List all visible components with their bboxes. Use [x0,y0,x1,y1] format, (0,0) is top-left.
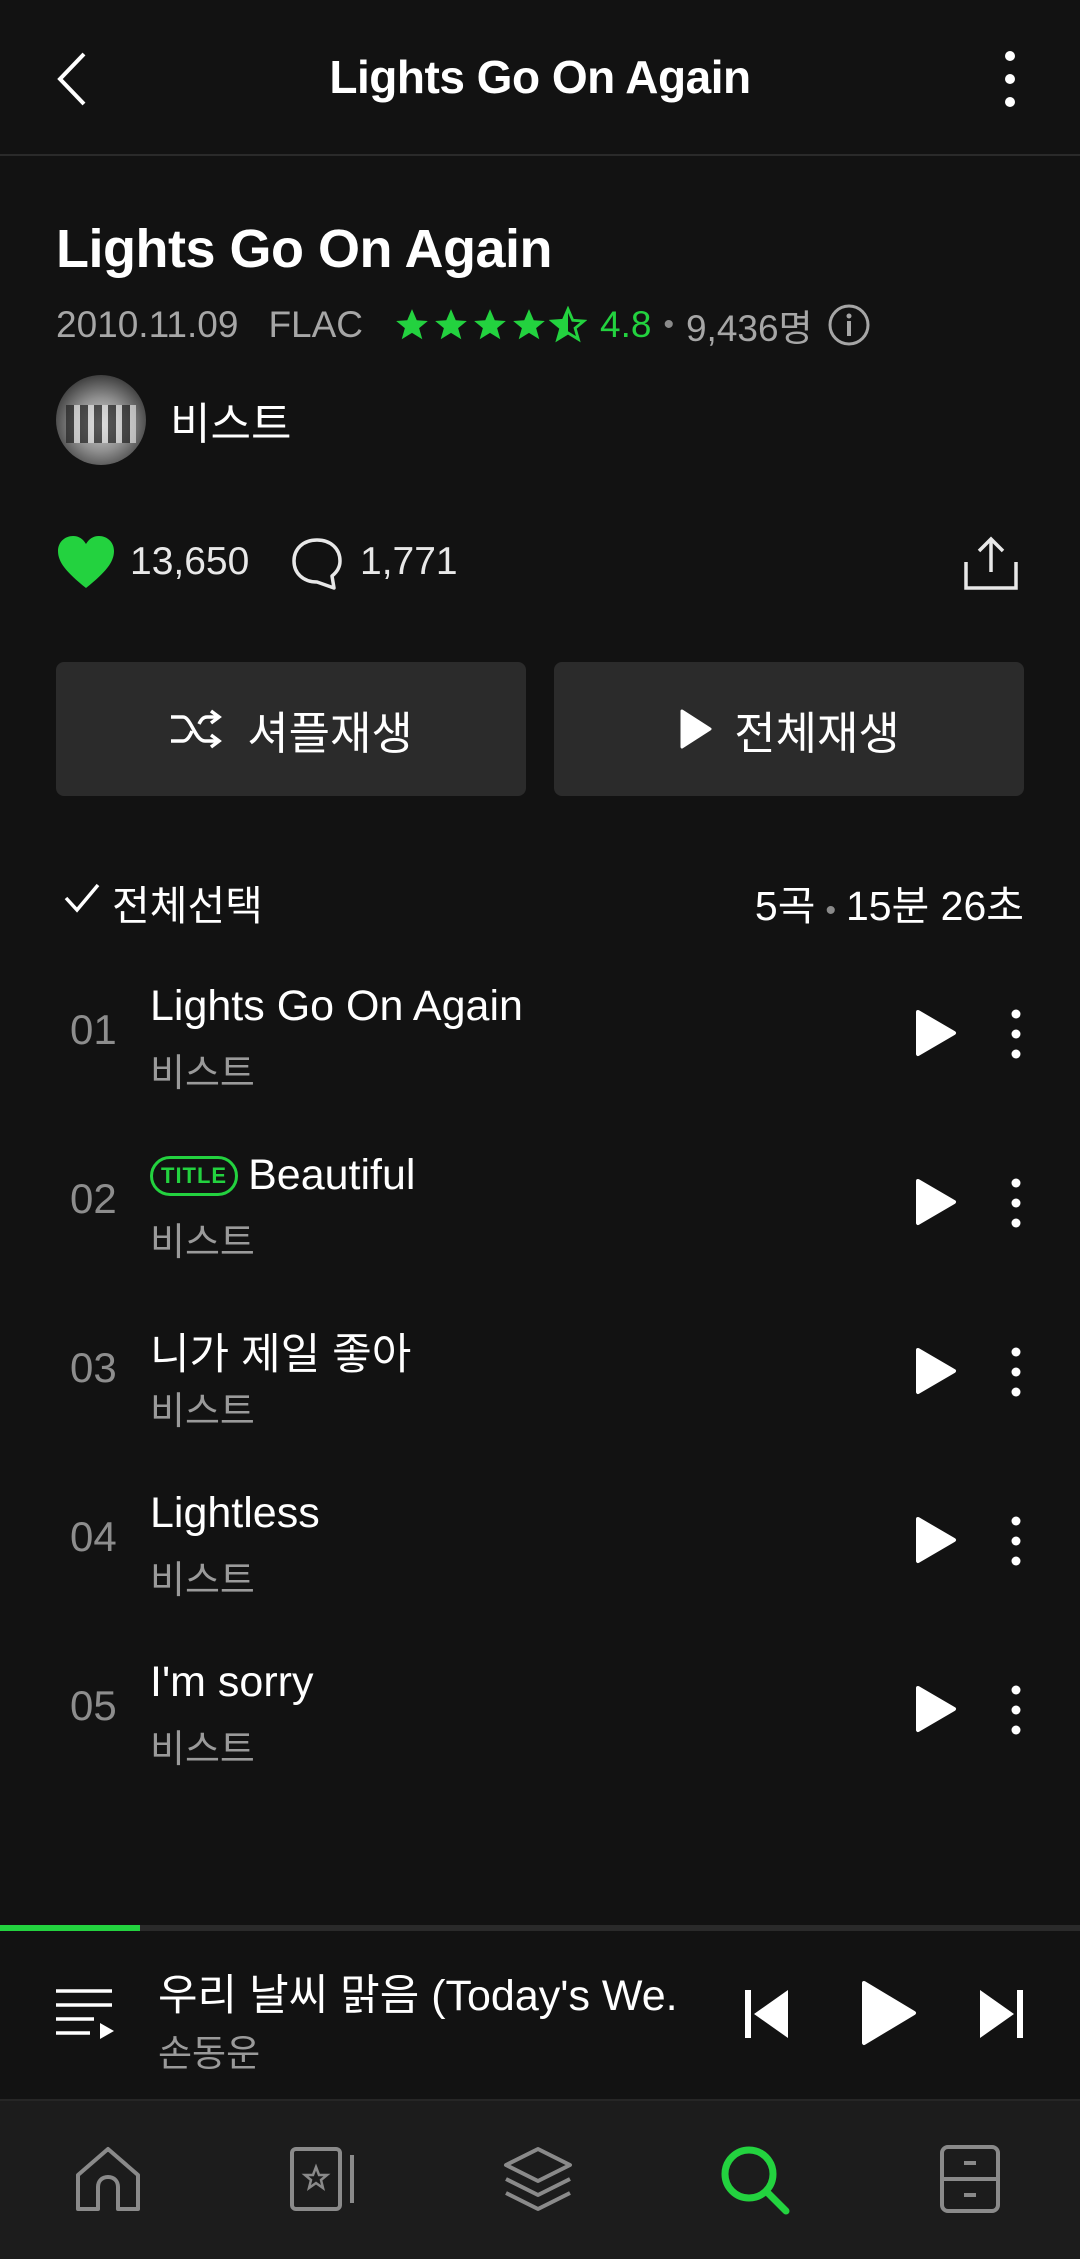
top-bar: Lights Go On Again [0,0,1080,156]
artist-avatar[interactable] [56,375,146,465]
audio-format: FLAC [268,304,364,345]
comment-count: 1,771 [360,540,458,583]
track-play-icon[interactable] [910,1006,960,1060]
track-title[interactable]: I'm sorry [150,1658,313,1707]
play-icon [680,709,712,749]
track-title-line: TITLE Beautiful [150,1151,415,1200]
now-playing-title[interactable]: 우리 날씨 맑음 (Today's We... [158,1961,678,2023]
previous-track-icon[interactable] [742,1986,792,2042]
track-row[interactable]: 02 TITLE Beautiful 비스트 [0,1129,1080,1279]
title-track-badge: TITLE [150,1155,239,1196]
track-more-icon[interactable] [1006,1513,1026,1569]
track-play-icon[interactable] [910,1682,960,1736]
track-count: 5곡 [754,883,816,929]
track-more-icon[interactable] [1006,1175,1026,1231]
library-icon[interactable] [284,2141,360,2217]
track-number: 05 [70,1682,117,1729]
track-artist[interactable]: 비스트 [150,1211,255,1266]
track-artist[interactable]: 비스트 [150,1042,255,1097]
now-playing-artist[interactable]: 손동운 [158,2023,260,2077]
page-title: Lights Go On Again [329,51,751,103]
track-more-icon[interactable] [1006,1682,1026,1738]
star-icon [396,309,428,340]
bottom-navigation [0,2099,1080,2259]
album-meta: 2010.11.09 FLAC 4.8 • 9,436명 [56,300,871,350]
track-title-line: 니가 제일 좋아 [150,1320,411,1382]
track-play-icon[interactable] [910,1344,960,1398]
tracklist-summary: 5곡 • 15분 26초 [755,872,1024,932]
separator-dot: • [825,894,836,927]
track-title[interactable]: Lightless [150,1489,320,1538]
checkmark-icon[interactable] [62,880,102,916]
track-play-icon[interactable] [910,1513,960,1567]
track-row[interactable]: 03 니가 제일 좋아 비스트 [0,1298,1080,1448]
search-icon[interactable] [716,2141,792,2217]
track-number: 02 [70,1175,117,1222]
playlist-queue-icon[interactable] [54,1983,116,2043]
separator-dot: • [663,308,674,341]
storage-icon[interactable] [932,2141,1008,2217]
album-title: Lights Go On Again [56,219,552,279]
artist-link[interactable]: 비스트 [56,374,291,466]
track-artist[interactable]: 비스트 [150,1718,255,1773]
tracklist-header: 전체선택 5곡 • 15분 26초 [56,866,1024,929]
track-title[interactable]: 니가 제일 좋아 [150,1320,411,1382]
star-half-icon [549,306,588,343]
star-icon [513,309,545,340]
rating-value: 4.8 [600,304,652,345]
share-icon[interactable] [962,534,1020,592]
track-artist[interactable]: 비스트 [150,1380,255,1435]
play-all-label: 전체재생 [734,707,900,759]
stats-row: 13,650 1,771 [56,532,1026,596]
track-number: 03 [70,1344,117,1391]
track-artist[interactable]: 비스트 [150,1549,255,1604]
release-date: 2010.11.09 [56,304,239,345]
layers-icon[interactable] [500,2141,576,2217]
artist-name[interactable]: 비스트 [170,388,291,452]
track-title-line: Lights Go On Again [150,982,523,1031]
track-title-line: I'm sorry [150,1658,313,1707]
info-icon[interactable] [827,303,871,347]
track-title[interactable]: Lights Go On Again [150,982,523,1031]
shuffle-play-button[interactable]: 셔플재생 [56,662,526,796]
heart-icon[interactable] [56,534,116,592]
select-all-button[interactable]: 전체선택 [112,872,263,932]
rater-count: 9,436명 [685,308,813,349]
more-options-icon[interactable] [988,44,1032,114]
comment-icon[interactable] [290,536,344,592]
shuffle-play-label: 셔플재생 [247,707,413,759]
track-more-icon[interactable] [1006,1006,1026,1062]
play-all-button[interactable]: 전체재생 [554,662,1024,796]
track-play-icon[interactable] [910,1175,960,1229]
track-number: 01 [70,1006,117,1053]
home-icon[interactable] [70,2141,146,2217]
like-count: 13,650 [130,540,250,583]
star-icon [474,309,506,340]
track-row[interactable]: 01 Lights Go On Again 비스트 [0,960,1080,1110]
track-more-icon[interactable] [1006,1344,1026,1400]
track-title-line: Lightless [150,1489,320,1538]
mini-player[interactable]: 우리 날씨 맑음 (Today's We... 손동운 [0,1931,1080,2101]
star-icon [435,309,467,340]
next-track-icon[interactable] [976,1986,1026,2042]
shuffle-icon [171,709,223,749]
track-number: 04 [70,1513,117,1560]
track-title[interactable]: Beautiful [248,1151,415,1200]
track-row[interactable]: 04 Lightless 비스트 [0,1467,1080,1617]
rating-stars [393,306,588,344]
total-duration: 15분 26초 [845,883,1024,929]
track-row[interactable]: 05 I'm sorry 비스트 [0,1636,1080,1786]
mini-play-icon[interactable] [856,1977,920,2049]
